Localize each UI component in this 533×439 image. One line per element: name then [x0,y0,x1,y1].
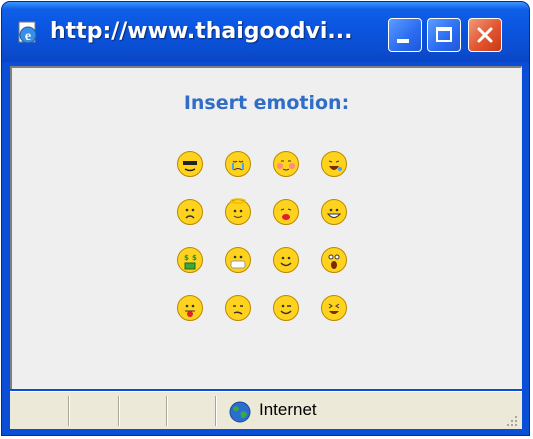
emoticon-confused-icon[interactable] [224,294,252,322]
emoticon-money-mouth-icon[interactable]: $ $ [176,246,204,274]
security-zone-label: Internet [259,400,317,419]
page-content: Insert emotion: $ $ [10,66,522,389]
svg-text:$: $ [192,254,197,262]
status-cell [166,396,168,426]
maximize-button[interactable] [427,18,461,52]
emoticon-mask-icon[interactable] [224,246,252,274]
status-cell [68,396,70,426]
svg-text:$: $ [184,254,189,262]
emoticon-laughing-icon[interactable] [320,150,348,178]
title-bar[interactable]: e http://www.thaigoodvi... [2,2,529,62]
emoticon-squinting-laugh-icon[interactable] [320,294,348,322]
globe-icon [229,401,251,423]
emoticon-wink-icon[interactable] [272,294,300,322]
popup-window: e http://www.thaigoodvi... Insert emotio… [2,2,529,435]
emoticon-surprised-icon[interactable] [320,246,348,274]
emoticon-grinning-icon[interactable] [320,198,348,226]
emoticon-kiss-icon[interactable] [272,198,300,226]
emoticon-blushing-icon[interactable] [272,150,300,178]
emoticon-angel-icon[interactable] [224,198,252,226]
window-title: http://www.thaigoodvi... [50,19,353,44]
page-title: Insert emotion: [183,92,350,114]
ie-page-icon: e [15,20,41,46]
resize-grip[interactable] [504,412,518,426]
status-cell [118,396,120,426]
emoticon-cool-sunglasses-icon[interactable] [176,150,204,178]
close-button[interactable] [468,18,502,52]
emoticon-tongue-out-icon[interactable] [176,294,204,322]
close-icon [477,27,493,43]
minimize-button[interactable] [388,18,422,52]
status-cell [215,396,217,426]
emoticon-smile-icon[interactable] [272,246,300,274]
emoticon-sad-icon[interactable] [176,198,204,226]
svg-text:e: e [25,29,31,44]
emoticon-crying-icon[interactable] [224,150,252,178]
status-bar: Internet [10,391,522,429]
